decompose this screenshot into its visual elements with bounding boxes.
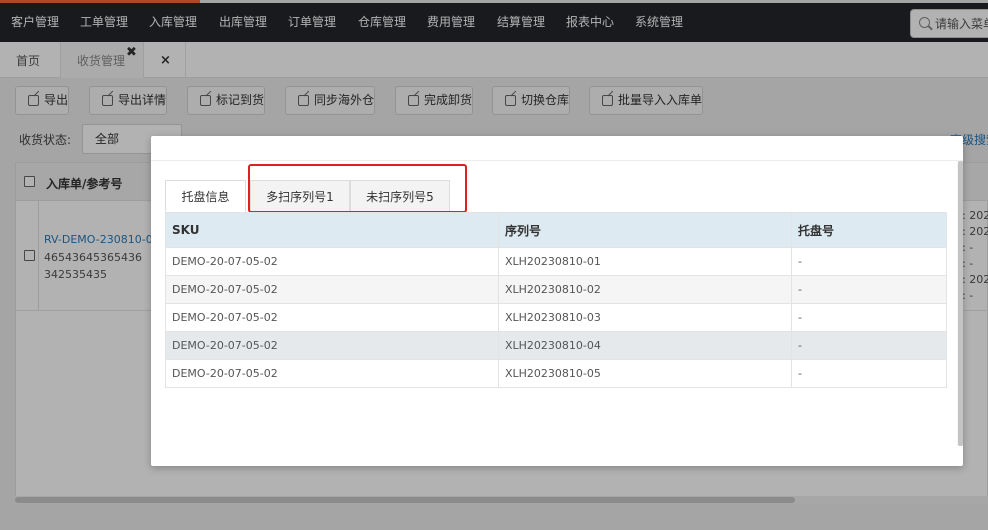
sku-cell: DEMO-20-07-05-02 xyxy=(165,247,499,276)
serial-cell: XLH20230810-02 xyxy=(498,275,792,304)
sku-cell: DEMO-20-07-05-02 xyxy=(165,275,499,304)
pallet-cell: - xyxy=(791,275,947,304)
table-row: DEMO-20-07-05-02 XLH20230810-02 - xyxy=(165,275,947,304)
table-header-row: SKU 序列号 托盘号 xyxy=(165,212,947,248)
sku-cell: DEMO-20-07-05-02 xyxy=(165,331,499,360)
pallet-cell: - xyxy=(791,303,947,332)
serial-number-dialog: 托盘信息 多扫序列号1 未扫序列号5 SKU 序列号 托盘号 DEMO-20-0… xyxy=(151,136,963,466)
serial-cell: XLH20230810-03 xyxy=(498,303,792,332)
pallet-cell: - xyxy=(791,331,947,360)
serial-table: SKU 序列号 托盘号 DEMO-20-07-05-02 XLH20230810… xyxy=(165,212,947,388)
tab-pallet-info[interactable]: 托盘信息 xyxy=(165,180,246,212)
column-header-pallet: 托盘号 xyxy=(791,212,947,248)
table-row: DEMO-20-07-05-02 XLH20230810-01 - xyxy=(165,247,947,276)
serial-cell: XLH20230810-04 xyxy=(498,331,792,360)
serial-cell: XLH20230810-05 xyxy=(498,359,792,388)
sku-cell: DEMO-20-07-05-02 xyxy=(165,359,499,388)
column-header-serial: 序列号 xyxy=(498,212,792,248)
scrollbar-thumb[interactable] xyxy=(958,161,963,446)
table-row: DEMO-20-07-05-02 XLH20230810-03 - xyxy=(165,303,947,332)
serial-cell: XLH20230810-01 xyxy=(498,247,792,276)
table-row: DEMO-20-07-05-02 XLH20230810-05 - xyxy=(165,359,947,388)
dialog-vertical-scrollbar[interactable] xyxy=(957,161,963,446)
pallet-cell: - xyxy=(791,247,947,276)
sku-cell: DEMO-20-07-05-02 xyxy=(165,303,499,332)
table-row: DEMO-20-07-05-02 XLH20230810-04 - xyxy=(165,331,947,360)
pallet-cell: - xyxy=(791,359,947,388)
column-header-sku: SKU xyxy=(165,212,499,248)
highlight-box xyxy=(248,164,467,213)
dialog-header xyxy=(151,136,963,161)
